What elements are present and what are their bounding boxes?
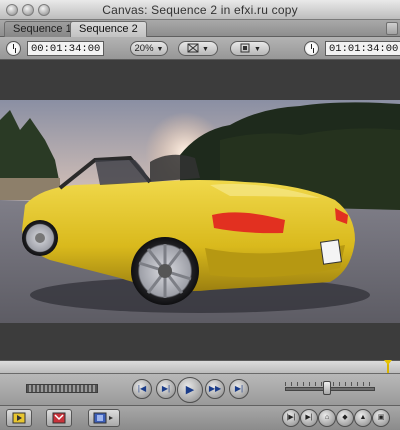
canvas-viewer[interactable]	[0, 60, 400, 360]
go-to-previous-edit-button[interactable]: |◀	[132, 379, 152, 399]
view-options-icon	[187, 43, 199, 53]
play-button[interactable]: ▶	[177, 377, 203, 403]
jog-knob[interactable]	[323, 381, 331, 395]
keyframe-icon: ◆	[342, 414, 348, 421]
mark-in-icon: ▲	[359, 414, 367, 421]
tab-bar: Sequence 1 Sequence 2	[0, 20, 400, 37]
insert-edit-button[interactable]	[6, 409, 32, 427]
mark-clip-button[interactable]: ▶|	[300, 409, 318, 427]
video-frame[interactable]	[0, 100, 400, 323]
tab-sequence-2[interactable]: Sequence 2	[70, 21, 147, 37]
scrubber-bar[interactable]	[0, 360, 400, 374]
chevron-down-icon: ▼	[202, 46, 209, 53]
play-icon: ▶	[185, 384, 195, 396]
mark-out-icon: ▣	[377, 414, 385, 421]
next-edit-icon: ▶|	[234, 384, 244, 393]
video-frame-image	[0, 100, 400, 323]
clock-icon	[304, 41, 319, 56]
overlay-options-icon	[240, 43, 250, 53]
mark-out-button[interactable]: ▣	[372, 409, 390, 427]
marker-icon: ⌂	[324, 414, 330, 421]
previous-edit-icon: |◀	[137, 384, 147, 393]
play-in-to-out-button[interactable]: ▶|	[156, 379, 176, 399]
chevron-down-icon: ▼	[254, 46, 261, 53]
edit-button-bar: |▶| ▶| ⌂ ◆ ▲ ▣	[0, 406, 400, 430]
transport-controls: |◀ ▶| ▶ ▶▶ ▶|	[0, 374, 400, 406]
tab-scroll-button[interactable]	[386, 22, 398, 35]
playhead[interactable]	[384, 360, 392, 373]
overlay-options-popup[interactable]: ▼	[230, 41, 270, 56]
replace-edit-icon	[93, 412, 113, 424]
canvas-control-bar: 00:01:34:00 20% ▼ ▼ ▼ 01:01:34:00	[0, 37, 400, 60]
view-options-popup[interactable]: ▼	[178, 41, 218, 56]
replace-edit-button[interactable]	[88, 409, 120, 427]
mark-in-button[interactable]: ▲	[354, 409, 372, 427]
overwrite-edit-icon	[52, 412, 66, 424]
insert-edit-icon	[12, 412, 26, 424]
duration-timecode-field[interactable]: 00:01:34:00	[27, 41, 105, 56]
match-frame-icon: |▶|	[286, 414, 296, 421]
match-frame-button[interactable]: |▶|	[282, 409, 300, 427]
window-title: Canvas: Sequence 2 in efxi.ru copy	[102, 3, 298, 17]
add-marker-button[interactable]: ⌂	[318, 409, 336, 427]
overwrite-edit-button[interactable]	[46, 409, 72, 427]
play-in-to-out-icon: ▶|	[161, 384, 171, 393]
play-around-current-button[interactable]: ▶▶	[205, 379, 225, 399]
title-bar: Canvas: Sequence 2 in efxi.ru copy	[0, 0, 400, 20]
zoom-value: 20%	[134, 43, 154, 54]
zoom-popup[interactable]: 20% ▼	[130, 41, 168, 56]
current-timecode-field[interactable]: 01:01:34:00	[325, 41, 400, 56]
mark-clip-icon: ▶|	[305, 414, 313, 421]
play-around-icon: ▶▶	[208, 384, 222, 393]
chevron-down-icon: ▼	[156, 46, 164, 53]
clock-icon	[6, 41, 21, 56]
shuttle-control[interactable]	[26, 384, 98, 393]
add-keyframe-button[interactable]: ◆	[336, 409, 354, 427]
go-to-next-edit-button[interactable]: ▶|	[229, 379, 249, 399]
